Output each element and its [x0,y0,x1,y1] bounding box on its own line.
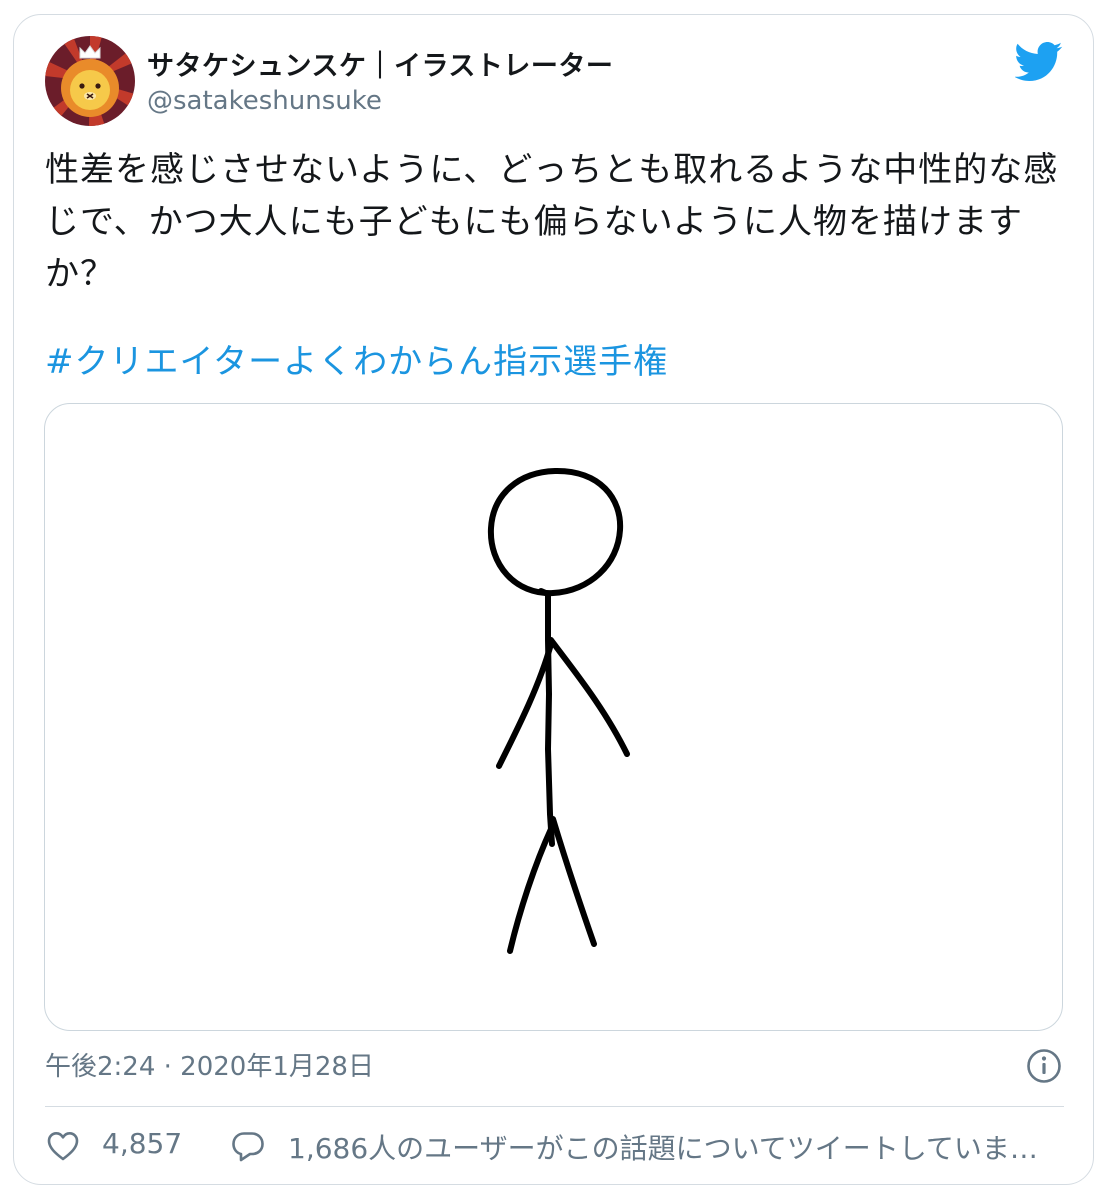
stick-figure-body [538,588,555,847]
info-icon[interactable] [1026,1048,1062,1084]
media-image[interactable] [44,403,1063,1031]
lion-avatar-icon [45,36,135,126]
stick-figure-right-leg [550,816,597,947]
stick-figure-left-arm [496,641,554,769]
stick-figure-left-leg [507,826,554,954]
author-display-name[interactable]: サタケシュンスケ｜イラストレーター [147,44,613,83]
stick-figure-drawing [487,467,630,954]
stick-figure-right-arm [548,637,630,757]
like-count: 4,857 [102,1127,183,1160]
tweet-timestamp[interactable]: 午後2:24 · 2020年1月28日 [45,1046,374,1083]
tweet-text: 性差を感じさせないように、どっちとも取れるような中性的な感じで、かつ大人にも子ど… [45,150,1059,294]
avatar[interactable] [45,36,135,126]
stick-figure-head [487,467,624,597]
twitter-bird-icon[interactable] [1015,42,1063,82]
heart-icon[interactable] [45,1128,81,1164]
hashtag-link[interactable]: #クリエイターよくわからん指示選手権 [45,334,668,383]
reply-bubble-icon[interactable] [230,1128,266,1164]
action-divider [45,1106,1064,1107]
conversation-link[interactable]: 1,686人のユーザーがこの話題についてツイートしていま… [288,1127,1064,1167]
author-handle[interactable]: @satakeshunsuke [147,86,382,116]
